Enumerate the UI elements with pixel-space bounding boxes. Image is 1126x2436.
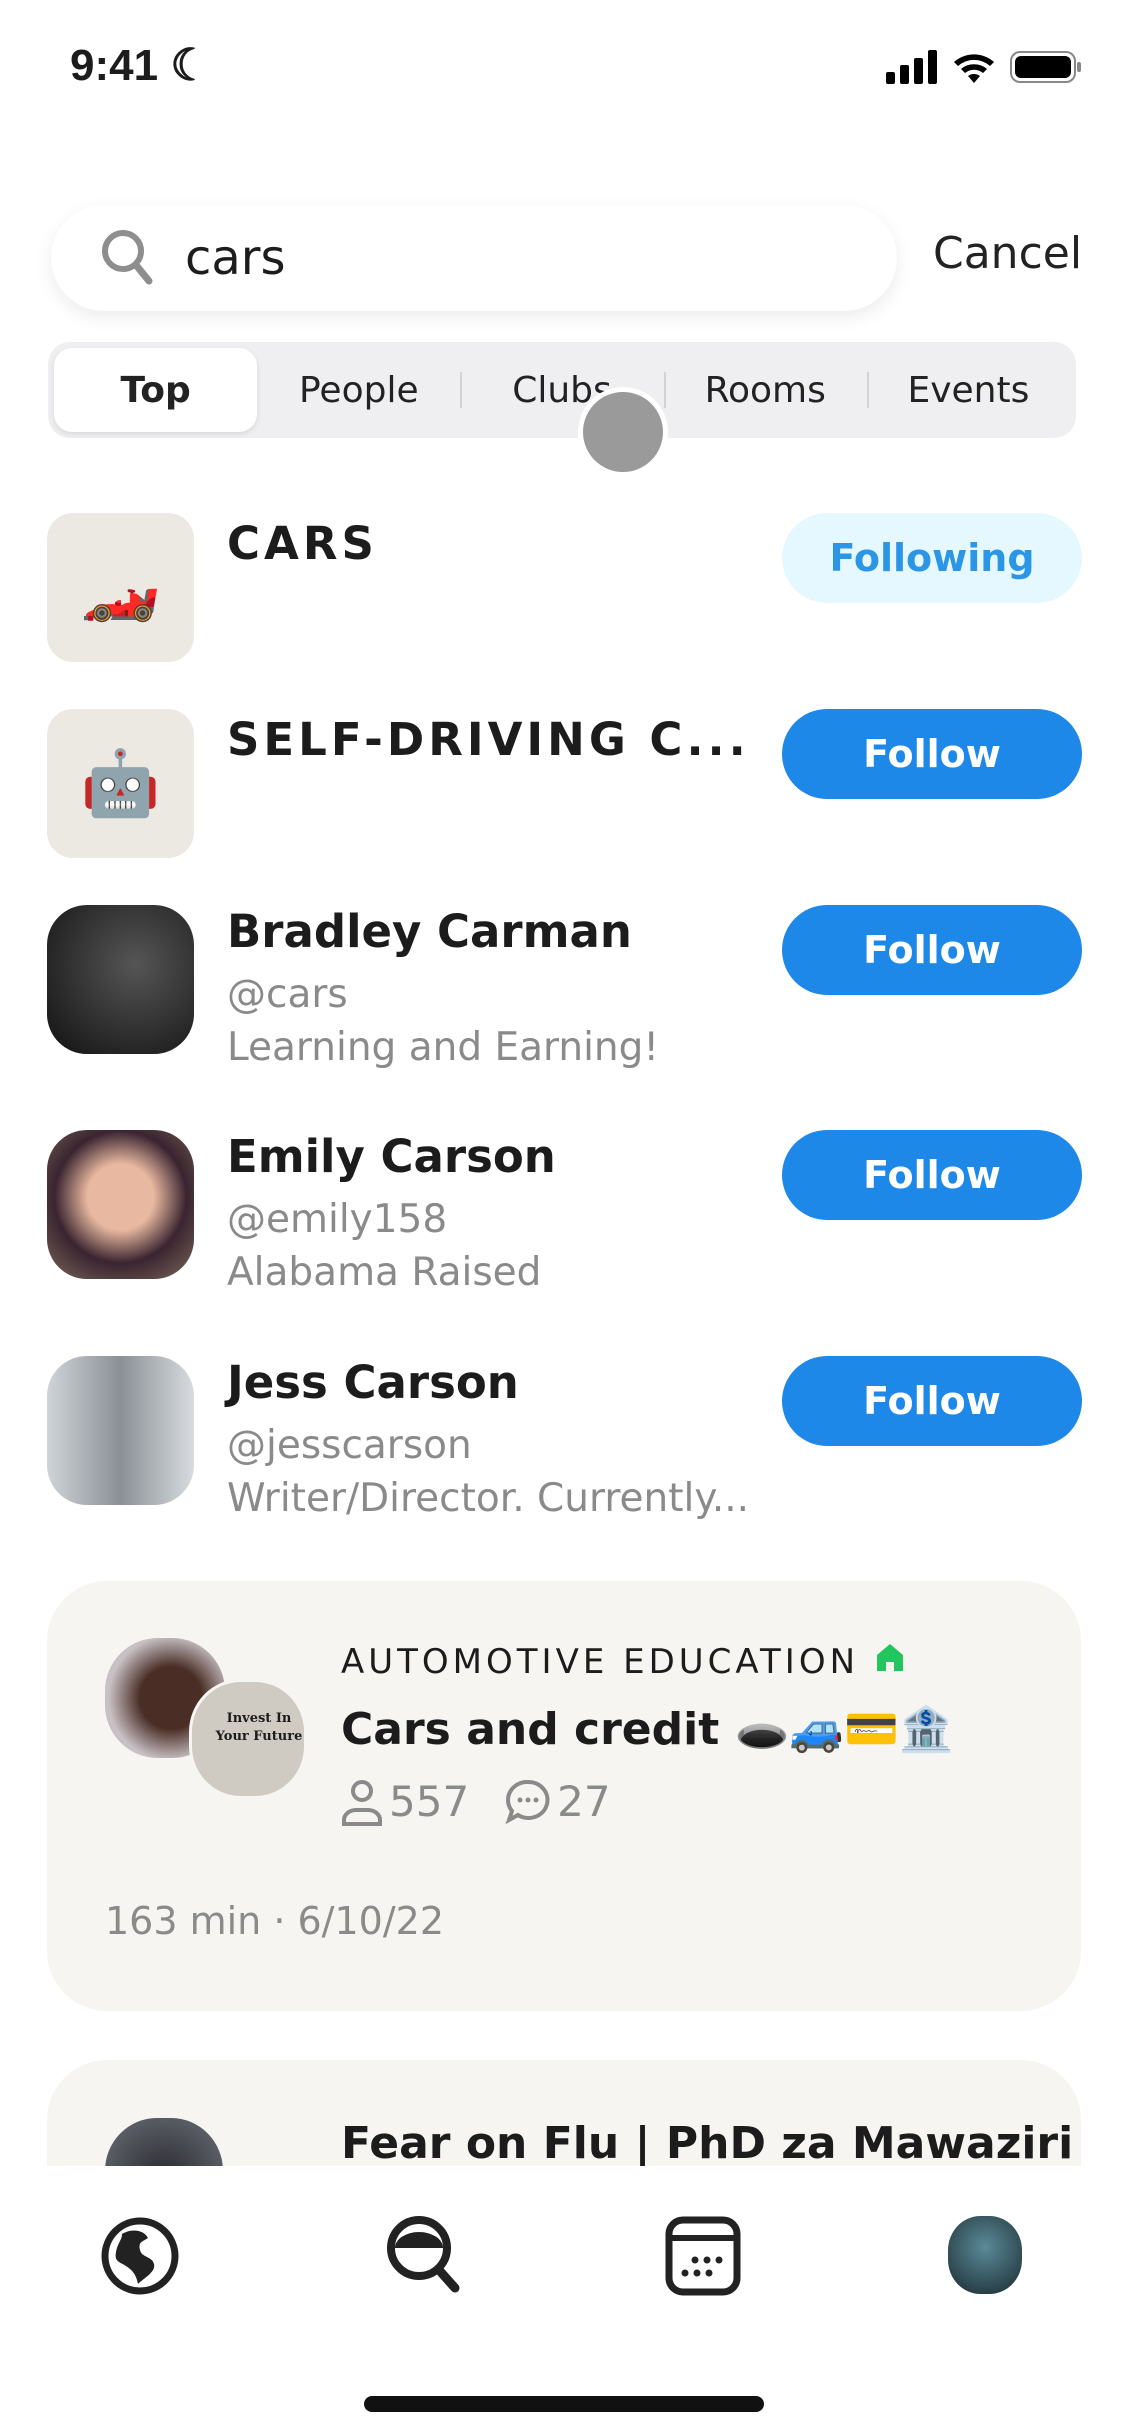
following-button[interactable]: Following	[782, 513, 1082, 603]
person-name: Bradley Carman	[227, 905, 632, 958]
person-name: Emily Carson	[227, 1130, 556, 1183]
search-tabs: Top People Clubs Rooms Events	[48, 342, 1076, 438]
avatar	[47, 905, 194, 1054]
person-result[interactable]: Emily Carson @emily158 Alabama Raised Foll…	[47, 1130, 1082, 1295]
person-bio: Alabama Raised	[227, 1250, 542, 1295]
person-bio: Writer/Director. Currently...	[227, 1476, 750, 1521]
signal-icon	[886, 50, 937, 84]
chat-icon	[505, 1779, 550, 1824]
tab-top[interactable]: Top	[54, 348, 258, 432]
room-club: AUTOMOTIVE EDUCATION	[341, 1641, 906, 1682]
club-avatar: 🏎️	[47, 513, 194, 662]
calendar-icon[interactable]	[665, 2216, 741, 2296]
tab-events[interactable]: Events	[866, 348, 1070, 432]
room-stats: 557 27	[341, 1777, 611, 1826]
house-icon	[876, 1644, 903, 1671]
search-icon	[102, 230, 153, 285]
room-card[interactable]: Invest In Your Future AUTOMOTIVE EDUCATI…	[47, 1581, 1081, 2011]
person-result[interactable]: Jess Carson @jesscarson Writer/Director. C…	[47, 1356, 1082, 1521]
club-name: CARS	[227, 517, 378, 570]
wifi-icon	[954, 54, 994, 83]
search-input[interactable]	[185, 230, 835, 286]
battery-icon	[1010, 51, 1081, 83]
moon-icon: ☾	[170, 41, 210, 90]
avatar	[47, 1130, 194, 1279]
speaker-avatar: Invest In Your Future	[189, 1679, 307, 1799]
club-result[interactable]: 🏎️ CARS Following	[47, 513, 1082, 663]
globe-icon[interactable]	[100, 2216, 180, 2296]
person-name: Jess Carson	[227, 1356, 519, 1409]
follow-button[interactable]: Follow	[782, 1130, 1082, 1220]
club-result[interactable]: 🤖 SELF-DRIVING C... Follow	[47, 709, 1082, 859]
cancel-button[interactable]: Cancel	[933, 228, 1082, 279]
room-footer: 163 min · 6/10/22	[105, 1899, 444, 1943]
person-icon	[342, 1779, 382, 1826]
follow-button[interactable]: Follow	[782, 1356, 1082, 1446]
person-result[interactable]: Bradley Carman @cars Learning and Earning!…	[47, 905, 1082, 1070]
profile-avatar[interactable]	[948, 2216, 1022, 2294]
person-handle: @jesscarson	[227, 1423, 472, 1468]
tab-people[interactable]: People	[257, 348, 460, 432]
person-bio: Learning and Earning!	[227, 1025, 660, 1070]
home-indicator	[364, 2396, 764, 2412]
room-title: Cars and credit 🕳️🚙💳🏦	[341, 1704, 954, 1755]
follow-button[interactable]: Follow	[782, 709, 1082, 799]
club-avatar: 🤖	[47, 709, 194, 858]
club-name: SELF-DRIVING C...	[227, 713, 750, 766]
avatar	[47, 1356, 194, 1505]
follow-button[interactable]: Follow	[782, 905, 1082, 995]
status-time: 9:41 ☾	[70, 41, 210, 90]
touch-indicator	[578, 387, 668, 477]
search-icon[interactable]	[385, 2214, 465, 2298]
tab-rooms[interactable]: Rooms	[663, 348, 867, 432]
person-handle: @cars	[227, 972, 348, 1017]
person-handle: @emily158	[227, 1197, 448, 1242]
search-bar[interactable]	[51, 205, 897, 311]
room-title: Fear on Flu | PhD za Mawaziri	[341, 2118, 1074, 2169]
status-icons	[886, 50, 1082, 84]
